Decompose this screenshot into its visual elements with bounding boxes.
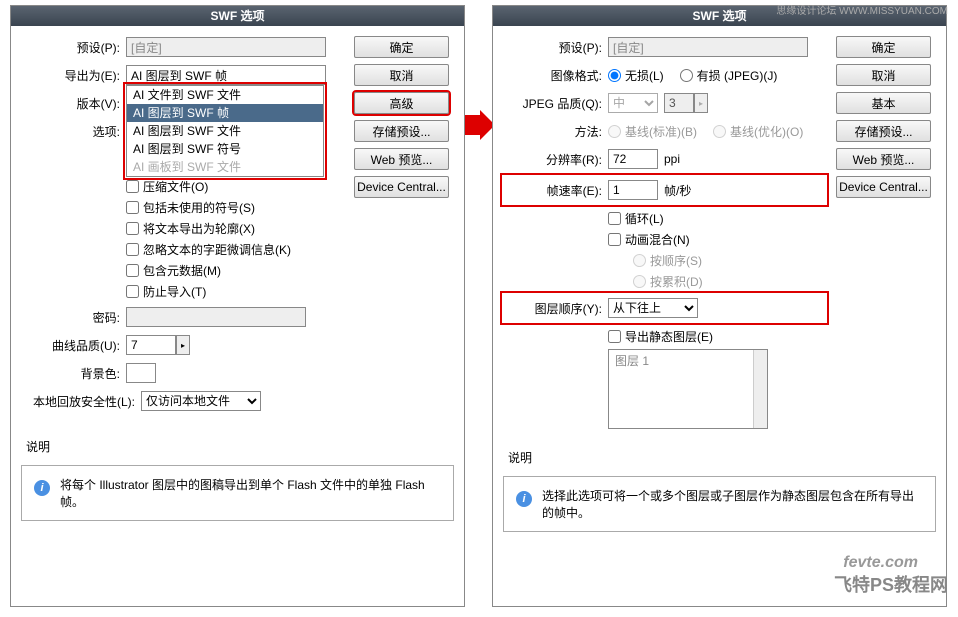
resolution-label: 分辨率(R):	[503, 151, 608, 168]
resolution-unit: ppi	[664, 152, 680, 166]
loop-checkbox[interactable]	[608, 212, 621, 225]
loop-label: 循环(L)	[625, 210, 664, 227]
advanced-button[interactable]: 高级	[354, 92, 449, 114]
blend-checkbox[interactable]	[608, 233, 621, 246]
fevte-watermark: fevte.com	[843, 554, 918, 572]
cancel-button[interactable]: 取消	[354, 64, 449, 86]
dropdown-item-selected[interactable]: AI 图层到 SWF 帧	[127, 104, 323, 122]
local-security-select[interactable]: 仅访问本地文件	[141, 391, 261, 411]
text-outline-label: 将文本导出为轮廓(X)	[143, 220, 255, 237]
cancel-button[interactable]: 取消	[836, 64, 931, 86]
swf-options-dialog-basic: SWF 选项 预设(P): 导出为(E): AI 文件到 SWF 文件 AI 图…	[10, 5, 465, 607]
save-preset-button[interactable]: 存储预设...	[836, 120, 931, 142]
include-unused-label: 包括未使用的符号(S)	[143, 199, 255, 216]
static-layer-list[interactable]: 图层 1	[608, 349, 768, 429]
jpeg-quality-num[interactable]	[664, 93, 694, 113]
ok-button[interactable]: 确定	[354, 36, 449, 58]
password-input[interactable]	[126, 307, 306, 327]
preset-select[interactable]	[608, 37, 808, 57]
curve-quality-label: 曲线品质(U):	[21, 337, 126, 354]
preset-label: 预设(P):	[21, 39, 126, 56]
export-as-select[interactable]	[126, 65, 326, 85]
ignore-kerning-label: 忽略文本的字距微调信息(K)	[143, 241, 291, 258]
web-preview-button[interactable]: Web 预览...	[836, 148, 931, 170]
basic-button[interactable]: 基本	[836, 92, 931, 114]
dropdown-item[interactable]: AI 图层到 SWF 文件	[127, 122, 323, 140]
layer-order-label: 图层顺序(Y):	[503, 300, 608, 317]
by-order-label: 按顺序(S)	[650, 252, 702, 269]
top-watermark: 思缘设计论坛 WWW.MISSYUAN.COM	[776, 2, 948, 17]
text-outline-checkbox[interactable]	[126, 222, 139, 235]
method-label: 方法:	[503, 123, 608, 140]
password-label: 密码:	[21, 309, 126, 326]
device-central-button[interactable]: Device Central...	[354, 176, 449, 198]
titlebar: SWF 选项	[11, 6, 464, 26]
scrollbar[interactable]	[753, 350, 767, 428]
jpeg-quality-spinner[interactable]: ▸	[694, 93, 708, 113]
local-security-label: 本地回放安全性(L):	[21, 393, 141, 410]
preset-label: 预设(P):	[503, 39, 608, 56]
bgcolor-label: 背景色:	[21, 365, 126, 382]
static-layer-item[interactable]: 图层 1	[609, 350, 767, 371]
version-label: 版本(V):	[21, 95, 126, 112]
curve-quality-input[interactable]	[126, 335, 176, 355]
preset-select[interactable]	[126, 37, 326, 57]
curve-quality-spinner[interactable]: ▸	[176, 335, 190, 355]
by-accum-radio	[633, 275, 646, 288]
description-header: 说明	[26, 438, 464, 455]
baseline-std-radio: 基线(标准)(B)	[608, 123, 697, 140]
framerate-input[interactable]	[608, 180, 658, 200]
info-icon: i	[516, 491, 532, 507]
by-order-radio	[633, 254, 646, 267]
jpeg-quality-select[interactable]: 中	[608, 93, 658, 113]
layer-order-select[interactable]: 从下往上	[608, 298, 698, 318]
arrow-icon	[465, 110, 495, 140]
lossy-radio[interactable]: 有损 (JPEG)(J)	[680, 67, 778, 84]
ok-button[interactable]: 确定	[836, 36, 931, 58]
prevent-import-checkbox[interactable]	[126, 285, 139, 298]
compress-label: 压缩文件(O)	[143, 178, 208, 195]
by-accum-label: 按累积(D)	[650, 273, 703, 290]
description-text: 选择此选项可将一个或多个图层或子图层作为静态图层包含在所有导出的帧中。	[542, 487, 923, 521]
swf-options-dialog-advanced: SWF 选项 预设(P): 图像格式: 无损(L) 有损 (JPEG)(J) J…	[492, 5, 947, 607]
description-box: i 将每个 Illustrator 图层中的图稿导出到单个 Flash 文件中的…	[21, 465, 454, 521]
export-as-label: 导出为(E):	[21, 67, 126, 84]
export-static-label: 导出静态图层(E)	[625, 328, 713, 345]
include-unused-checkbox[interactable]	[126, 201, 139, 214]
image-format-label: 图像格式:	[503, 67, 608, 84]
bgcolor-swatch[interactable]	[126, 363, 156, 383]
include-meta-checkbox[interactable]	[126, 264, 139, 277]
options-label: 选项:	[21, 123, 126, 140]
description-header: 说明	[508, 449, 946, 466]
blend-label: 动画混合(N)	[625, 231, 690, 248]
dropdown-item[interactable]: AI 文件到 SWF 文件	[127, 86, 323, 104]
lossless-radio[interactable]: 无损(L)	[608, 67, 664, 84]
save-preset-button[interactable]: 存储预设...	[354, 120, 449, 142]
compress-checkbox[interactable]	[126, 180, 139, 193]
prevent-import-label: 防止导入(T)	[143, 283, 206, 300]
ignore-kerning-checkbox[interactable]	[126, 243, 139, 256]
resolution-input[interactable]	[608, 149, 658, 169]
device-central-button[interactable]: Device Central...	[836, 176, 931, 198]
framerate-label: 帧速率(E):	[503, 182, 608, 199]
framerate-unit: 帧/秒	[664, 182, 691, 199]
web-preview-button[interactable]: Web 预览...	[354, 148, 449, 170]
export-static-checkbox[interactable]	[608, 330, 621, 343]
fei-watermark: 飞特PS教程网	[834, 571, 948, 597]
jpeg-quality-label: JPEG 品质(Q):	[503, 95, 608, 112]
dropdown-item[interactable]: AI 图层到 SWF 符号	[127, 140, 323, 158]
export-dropdown-list: AI 文件到 SWF 文件 AI 图层到 SWF 帧 AI 图层到 SWF 文件…	[126, 85, 324, 177]
description-text: 将每个 Illustrator 图层中的图稿导出到单个 Flash 文件中的单独…	[60, 476, 441, 510]
baseline-opt-radio: 基线(优化)(O)	[713, 123, 803, 140]
description-box: i 选择此选项可将一个或多个图层或子图层作为静态图层包含在所有导出的帧中。	[503, 476, 936, 532]
include-meta-label: 包含元数据(M)	[143, 262, 221, 279]
dropdown-item-disabled: AI 画板到 SWF 文件	[127, 158, 323, 176]
info-icon: i	[34, 480, 50, 496]
